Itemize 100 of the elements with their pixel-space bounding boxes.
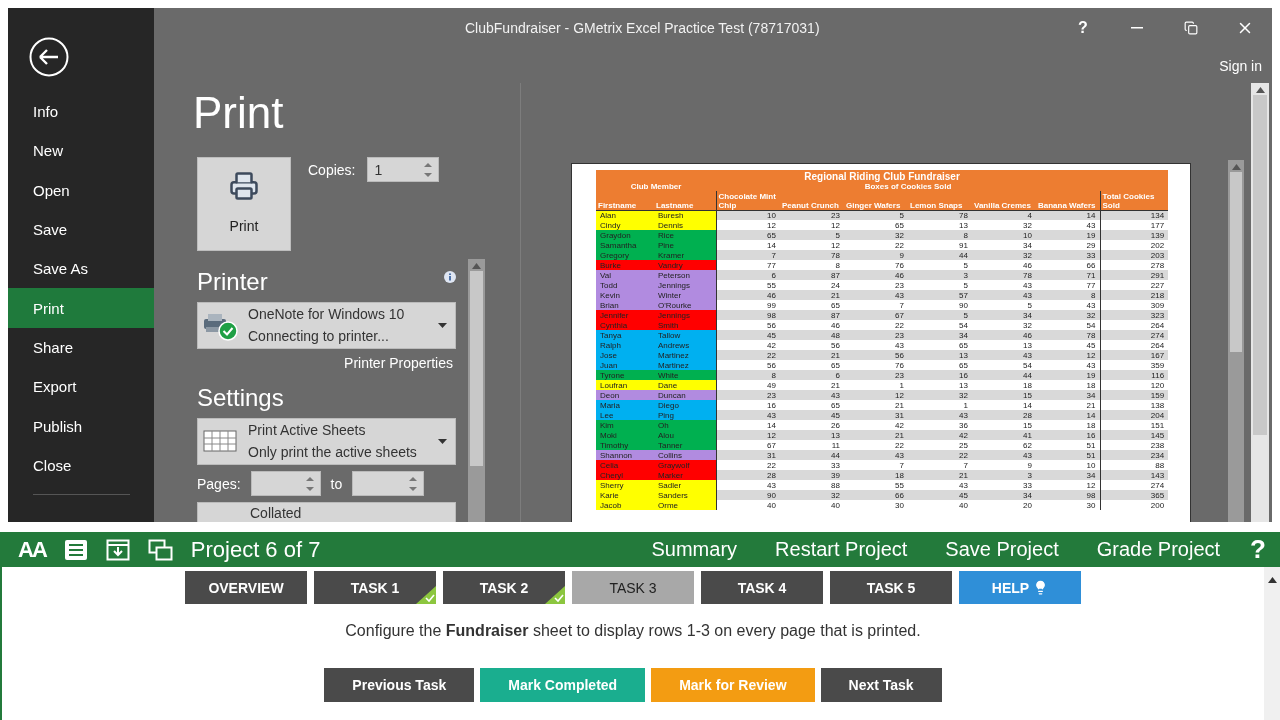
column-group-header: Boxes of Cookies Sold: [716, 182, 1100, 191]
printer-properties-link[interactable]: Printer Properties: [344, 355, 453, 371]
help-button[interactable]: ?: [1056, 8, 1110, 48]
table-cell: 66: [844, 490, 908, 500]
info-icon[interactable]: [444, 271, 456, 283]
scrollbar[interactable]: [1228, 160, 1244, 522]
table-cell: 78: [1036, 330, 1100, 340]
table-cell: 45: [780, 410, 844, 420]
menu-item[interactable]: Save: [8, 209, 154, 250]
scrollbar[interactable]: [468, 259, 485, 522]
table-cell: 22: [844, 440, 908, 450]
menu-item[interactable]: New: [8, 131, 154, 171]
table-cell: 67: [844, 310, 908, 320]
project-counter: Project 6 of 7: [190, 536, 322, 563]
menu-item[interactable]: Info: [8, 92, 154, 132]
toolbar-link[interactable]: Restart Project: [775, 538, 908, 561]
toolbar-link[interactable]: Summary: [651, 538, 738, 561]
table-cell: 6: [716, 270, 780, 280]
table-cell: Cindy: [596, 220, 654, 230]
task-button[interactable]: Previous Task: [324, 668, 475, 702]
text-size-button[interactable]: AA: [18, 536, 46, 563]
table-cell: 12: [1036, 480, 1100, 490]
table-cell: Sadler: [654, 480, 716, 490]
table-cell: Karie: [596, 490, 654, 500]
print-button[interactable]: Print: [197, 157, 291, 251]
task-button[interactable]: Next Task: [820, 668, 942, 702]
spin-arrows-icon[interactable]: [305, 475, 314, 492]
printer-status: Connecting to printer...: [248, 328, 390, 345]
table-cell: 21: [780, 350, 844, 360]
menu-item[interactable]: Publish: [8, 406, 154, 446]
table-cell: 98: [1036, 490, 1100, 500]
copies-field[interactable]: 1: [367, 157, 440, 182]
table-cell: 200: [1100, 500, 1169, 510]
menu-item[interactable]: Share: [8, 327, 154, 368]
table-cell: 57: [908, 290, 972, 300]
table-cell: 9: [844, 250, 908, 260]
table-cell: 41: [972, 430, 1036, 440]
spin-arrows-icon[interactable]: [424, 161, 433, 178]
task-tab[interactable]: TASK 4: [701, 571, 823, 604]
table-cell: 34: [972, 490, 1036, 500]
table-cell: 13: [972, 340, 1036, 350]
collation-dropdown[interactable]: Collated: [197, 502, 456, 522]
table-cell: Jennings: [654, 280, 716, 290]
menu-item[interactable]: Close: [8, 445, 154, 485]
list-icon[interactable]: [63, 538, 88, 561]
table-cell: 16: [716, 400, 780, 410]
printer-dropdown[interactable]: OneNote for Windows 10 Connecting to printer...: [197, 302, 456, 349]
table-cell: 90: [716, 490, 780, 500]
table-cell: Jennifer: [596, 310, 654, 320]
table-cell: 143: [1100, 470, 1169, 480]
scrollbar[interactable]: [1251, 83, 1269, 522]
table-cell: 91: [908, 240, 972, 250]
table-cell: Smith: [654, 320, 716, 330]
table-cell: 78: [908, 210, 972, 220]
menu-item[interactable]: Open: [8, 170, 154, 210]
table-cell: 31: [716, 450, 780, 460]
task-tab[interactable]: TASK 5: [830, 571, 952, 604]
menu-item[interactable]: Export: [8, 367, 154, 407]
menu-item[interactable]: Print: [8, 288, 154, 328]
table-cell: 22: [716, 350, 780, 360]
table-cell: Tanya: [596, 330, 654, 340]
windows-icon[interactable]: [147, 538, 173, 561]
download-icon[interactable]: [105, 538, 130, 561]
table-cell: Oh: [654, 420, 716, 430]
table-cell: 3: [972, 470, 1036, 480]
task-tab[interactable]: OVERVIEW: [185, 571, 307, 604]
scrollbar[interactable]: [1264, 567, 1280, 720]
table-cell: 54: [972, 360, 1036, 370]
table-cell: Loufran: [596, 380, 654, 390]
toolbar-link[interactable]: Save Project: [945, 538, 1059, 561]
back-button[interactable]: [29, 37, 69, 77]
pages-label: Pages:: [197, 475, 241, 492]
help-button[interactable]: ?: [1250, 534, 1266, 565]
table-cell: 22: [908, 450, 972, 460]
table-cell: 29: [1036, 240, 1100, 250]
table-cell: Dennis: [654, 220, 716, 230]
pages-from-field[interactable]: [250, 471, 321, 496]
table-cell: Deon: [596, 390, 654, 400]
table-cell: Vandry: [654, 260, 716, 270]
column-header: Chocolate Mint Chip: [716, 191, 780, 210]
task-tab[interactable]: TASK 2: [443, 571, 565, 604]
task-tab[interactable]: TASK 1: [314, 571, 436, 604]
scroll-up-icon[interactable]: [1267, 577, 1277, 583]
table-cell: 56: [716, 320, 780, 330]
table-cell: 309: [1100, 300, 1169, 310]
table-cell: 42: [908, 430, 972, 440]
scroll-up-icon[interactable]: [1255, 87, 1265, 93]
menu-item[interactable]: Save As: [8, 249, 154, 289]
sign-in-link[interactable]: Sign in: [1219, 57, 1262, 74]
table-cell: 33: [1036, 250, 1100, 260]
spin-arrows-icon[interactable]: [409, 475, 418, 492]
toolbar-link[interactable]: Grade Project: [1096, 538, 1221, 561]
table-cell: 34: [908, 330, 972, 340]
print-scope-dropdown[interactable]: Print Active Sheets Only print the active sheets: [197, 418, 456, 465]
section-heading: Printer: [197, 269, 268, 295]
pages-to-field[interactable]: [352, 471, 425, 496]
table-cell: Collins: [654, 450, 716, 460]
task-tab[interactable]: TASK 3: [572, 571, 694, 604]
table-cell: Martinez: [654, 360, 716, 370]
table-cell: Jennings: [654, 310, 716, 320]
